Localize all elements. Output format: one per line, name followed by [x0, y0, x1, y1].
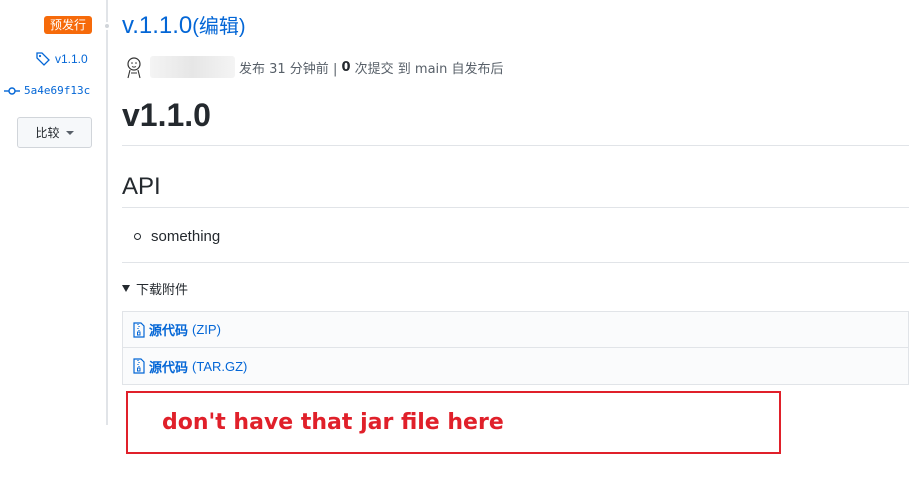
- bullet-icon: [134, 233, 141, 240]
- commit-count[interactable]: 0: [341, 60, 350, 75]
- asset-type: (ZIP): [192, 322, 221, 337]
- downloads-toggle[interactable]: 下载附件: [122, 279, 188, 298]
- triangle-down-icon: [122, 285, 130, 292]
- list-item-text: something: [151, 228, 221, 245]
- chevron-down-icon: [65, 130, 74, 135]
- commit-link[interactable]: 5a4e69f13c: [4, 84, 90, 97]
- divider: [122, 207, 909, 208]
- compare-label: 比较: [35, 126, 60, 140]
- commit-icon: [4, 86, 20, 95]
- commit-sha: 5a4e69f13c: [24, 84, 91, 97]
- prerelease-badge: 预发行: [44, 16, 93, 34]
- release-sidebar: 预发行 v1.1.0 5a4e69f13c 比较: [0, 0, 106, 480]
- asset-type: (TAR.GZ): [192, 358, 248, 374]
- timeline-dot: [103, 22, 111, 30]
- asset-name: 源代码: [149, 360, 189, 376]
- asset-name: 源代码: [149, 324, 189, 339]
- tag-icon: [36, 52, 50, 66]
- divider: [122, 262, 909, 263]
- section-heading: API: [122, 173, 161, 200]
- asset-targz[interactable]: 源代码 (TAR.GZ): [122, 348, 909, 385]
- timeline-line: [106, 0, 108, 425]
- tag-link[interactable]: v1.1.0: [36, 52, 88, 66]
- list-item: something: [134, 228, 220, 245]
- annotation-text: don't have that jar file here: [162, 410, 504, 435]
- release-heading: v1.1.0: [122, 97, 211, 133]
- published-time: 发布 31 分钟前 |: [239, 61, 338, 77]
- redacted-username: [150, 56, 235, 78]
- commits-since: 次提交 到 main 自发布后: [354, 61, 504, 77]
- annotation-box: don't have that jar file here: [126, 391, 781, 454]
- tag-label: v1.1.0: [55, 52, 88, 66]
- zip-file-icon: [133, 321, 145, 338]
- compare-button[interactable]: 比较: [17, 117, 92, 148]
- release-title: v.1.1.0(编辑): [122, 10, 246, 40]
- release-title-link[interactable]: v.1.1.0: [122, 12, 192, 39]
- zip-file-icon: [133, 358, 145, 374]
- edit-link[interactable]: (编辑): [192, 16, 245, 38]
- release-meta: 发布 31 分钟前 | 0 次提交 到 main 自发布后: [122, 55, 504, 79]
- divider: [122, 145, 909, 146]
- asset-zip[interactable]: 源代码 (ZIP): [122, 311, 909, 348]
- downloads-label: 下载附件: [136, 283, 189, 298]
- avatar-icon: [127, 57, 141, 79]
